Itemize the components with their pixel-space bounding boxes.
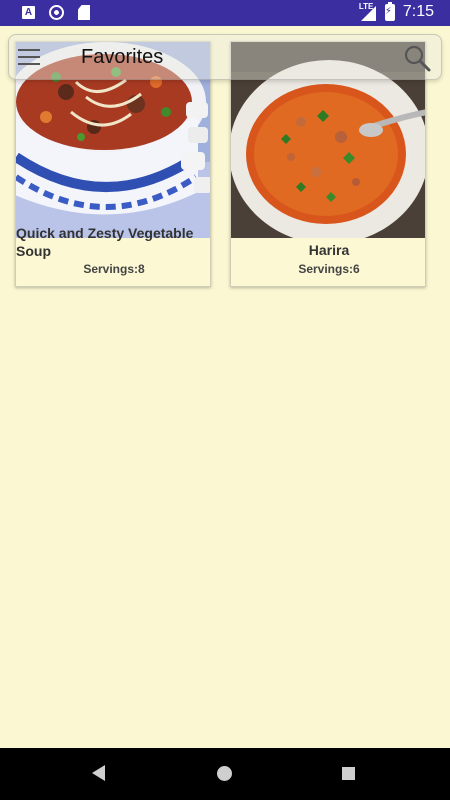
signal-icon: LTE: [358, 2, 377, 21]
sd-card-icon: [78, 5, 90, 20]
recents-icon[interactable]: [342, 767, 355, 780]
status-time: 7:15: [402, 3, 434, 20]
system-icons: LTE 7:15: [358, 1, 434, 21]
hamburger-menu-icon[interactable]: [18, 47, 42, 67]
navigation-bar: [0, 748, 450, 800]
search-icon[interactable]: [403, 44, 431, 72]
back-icon[interactable]: [92, 765, 105, 781]
home-icon[interactable]: [217, 766, 232, 781]
recipe-title: Harira: [308, 242, 350, 258]
app-notification-icon: A: [22, 6, 35, 19]
status-bar: A LTE 7:15: [0, 0, 450, 26]
battery-charging-icon: [384, 1, 395, 21]
app-toolbar: Favorites: [8, 34, 442, 80]
recipe-servings: Servings:6: [298, 262, 360, 276]
page-title: Favorites: [81, 46, 164, 68]
recipe-servings: Servings:8: [83, 262, 145, 276]
recipe-title: Quick and Zesty Vegetable Soup: [16, 225, 194, 259]
network-type: LTE: [358, 2, 374, 11]
sync-notification-icon: [49, 5, 64, 20]
notification-icons: A: [22, 5, 90, 20]
